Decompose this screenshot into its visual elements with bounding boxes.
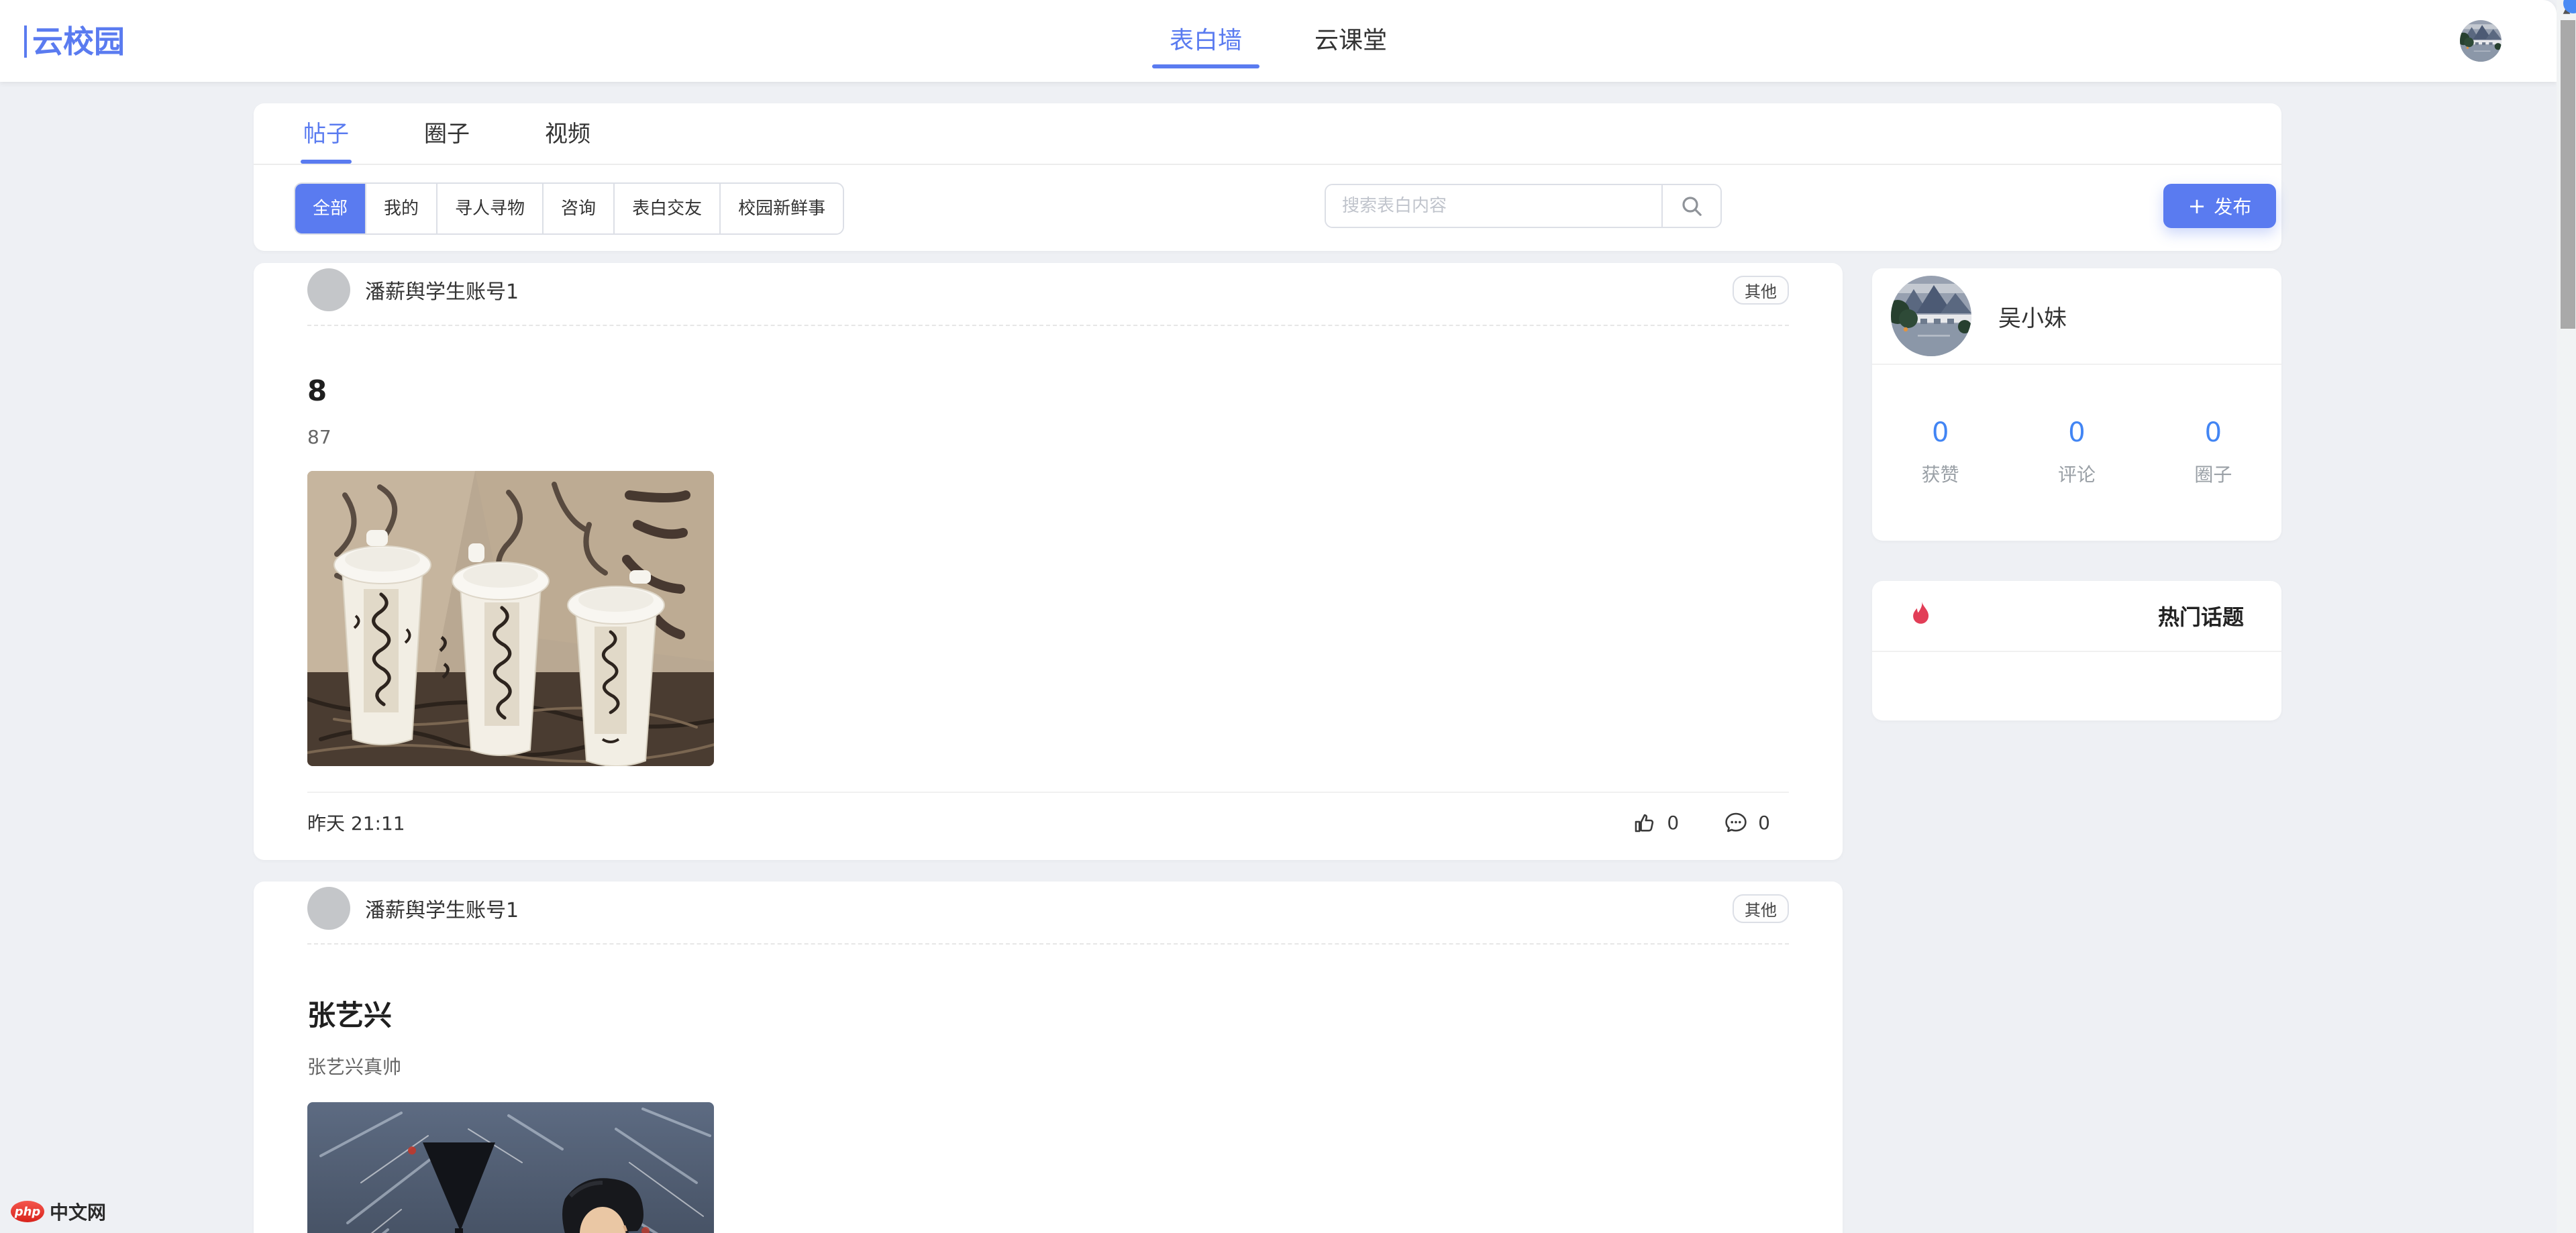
filter-consult[interactable]: 咨询 [542,184,614,233]
tab-circles[interactable]: 圈子 [424,103,470,164]
nav-tab-cloud-classroom[interactable]: 云课堂 [1278,0,1423,82]
stat-value: 0 [2068,417,2085,448]
post-image-milk-tea-cups[interactable] [307,471,714,766]
post-footer: 昨天 21:11 0 0 [307,792,1789,860]
scrollbar-thumb[interactable] [2561,20,2575,329]
filter-mine[interactable]: 我的 [365,184,437,233]
like-button[interactable]: 0 [1633,811,1679,834]
stat-label: 评论 [2057,464,2096,486]
post-body: 87 [307,426,331,448]
profile-card: 吴小妹 0 获赞 0 评论 0 圈子 [1872,268,2281,541]
filter-row: 全部 我的 寻人寻物 咨询 表白交友 校园新鲜事 + 发布 [254,165,2281,250]
publish-label: 发布 [2214,196,2252,218]
post-author-avatar[interactable] [307,268,350,311]
post-title[interactable]: 张艺兴 [307,993,1789,1034]
profile-name[interactable]: 吴小妹 [1998,300,2067,333]
watermark-text: 中文网 [50,1201,107,1224]
post-author-avatar[interactable] [307,887,350,930]
tab-posts[interactable]: 帖子 [301,103,352,164]
comment-count: 0 [1758,811,1770,834]
publish-button[interactable]: + 发布 [2163,184,2276,228]
comment-icon [1725,812,1747,833]
tab-videos[interactable]: 视频 [545,103,590,164]
hot-topics-title: 热门话题 [2157,604,2244,630]
feed-controls-card: 帖子 圈子 视频 全部 我的 寻人寻物 咨询 表白交友 校园新鲜事 搜索表白内容… [254,103,2281,251]
page: 云校园 表白墙 云课堂 帖子 圈子 视频 全部 我的 寻人寻物 咨询 表白交友 … [0,0,2576,1233]
filter-lost-found[interactable]: 寻人寻物 [436,184,543,233]
search-icon [1682,197,1702,216]
post-author-name[interactable]: 潘薪舆学生账号1 [365,275,519,305]
post-category-tag: 其他 [1733,275,1789,305]
nav-tab-confession-wall[interactable]: 表白墙 [1133,0,1278,82]
stat-label: 圈子 [2194,464,2232,486]
search-box [1325,184,1722,228]
scrollbar[interactable]: ▲ [2557,0,2576,1233]
avatar-landscape-image [1891,276,1971,356]
top-navbar: 云校园 表白墙 云课堂 [0,0,2557,82]
post-body: 张艺兴真帅 [307,1056,402,1078]
post-card: 潘薪舆学生账号1 其他 8 87 昨天 21:11 0 0 [254,263,1843,860]
post-actions: 0 0 [1633,811,1770,834]
like-count: 0 [1667,811,1680,834]
post-time: 昨天 21:11 [307,812,405,835]
post-author-name[interactable]: 潘薪舆学生账号1 [365,894,519,923]
stat-value: 0 [2204,417,2222,448]
stat-value: 0 [1931,417,1949,448]
avatar-landscape-image [2460,20,2502,62]
stat-circles[interactable]: 0 圈子 [2145,417,2281,487]
filter-all[interactable]: 全部 [295,184,366,233]
post-image-concert-singer[interactable] [307,1102,714,1233]
search-button[interactable] [1661,185,1720,227]
post-card: 潘薪舆学生账号1 其他 张艺兴 张艺兴真帅 [254,881,1843,1233]
comment-button[interactable]: 0 [1724,811,1770,834]
filter-confession-friends[interactable]: 表白交友 [613,184,720,233]
flame-icon [1913,602,1929,624]
content-tabs: 帖子 圈子 视频 [254,103,2281,165]
post-title[interactable]: 8 [307,374,1789,407]
post-category-tag: 其他 [1733,894,1789,923]
category-filter-group: 全部 我的 寻人寻物 咨询 表白交友 校园新鲜事 [294,182,845,235]
profile-avatar[interactable] [1891,276,1971,356]
stat-comments[interactable]: 0 评论 [2008,417,2145,487]
php-cn-watermark: php 中文网 [11,1198,106,1225]
profile-stats: 0 获赞 0 评论 0 圈子 [1872,365,2281,539]
filter-campus-news[interactable]: 校园新鲜事 [719,184,843,233]
post-header: 潘薪舆学生账号1 其他 [307,881,1789,945]
posts-list: 潘薪舆学生账号1 其他 8 87 昨天 21:11 0 0 潘薪舆学生账号1 其… [254,263,1843,1233]
plus-icon: + [2187,193,2206,219]
hot-topics-card: 热门话题 [1872,581,2281,720]
stat-label: 获赞 [1921,464,1959,486]
stat-likes[interactable]: 0 获赞 [1872,417,2008,487]
hot-topics-header: 热门话题 [1872,581,2281,652]
profile-header: 吴小妹 [1872,268,2281,365]
thumbs-up-icon [1635,814,1654,833]
post-header: 潘薪舆学生账号1 其他 [307,263,1789,326]
user-avatar[interactable] [2460,20,2502,62]
main-nav: 表白墙 云课堂 [0,0,2557,82]
php-badge: php [11,1201,44,1222]
search-input[interactable] [1326,185,1661,227]
